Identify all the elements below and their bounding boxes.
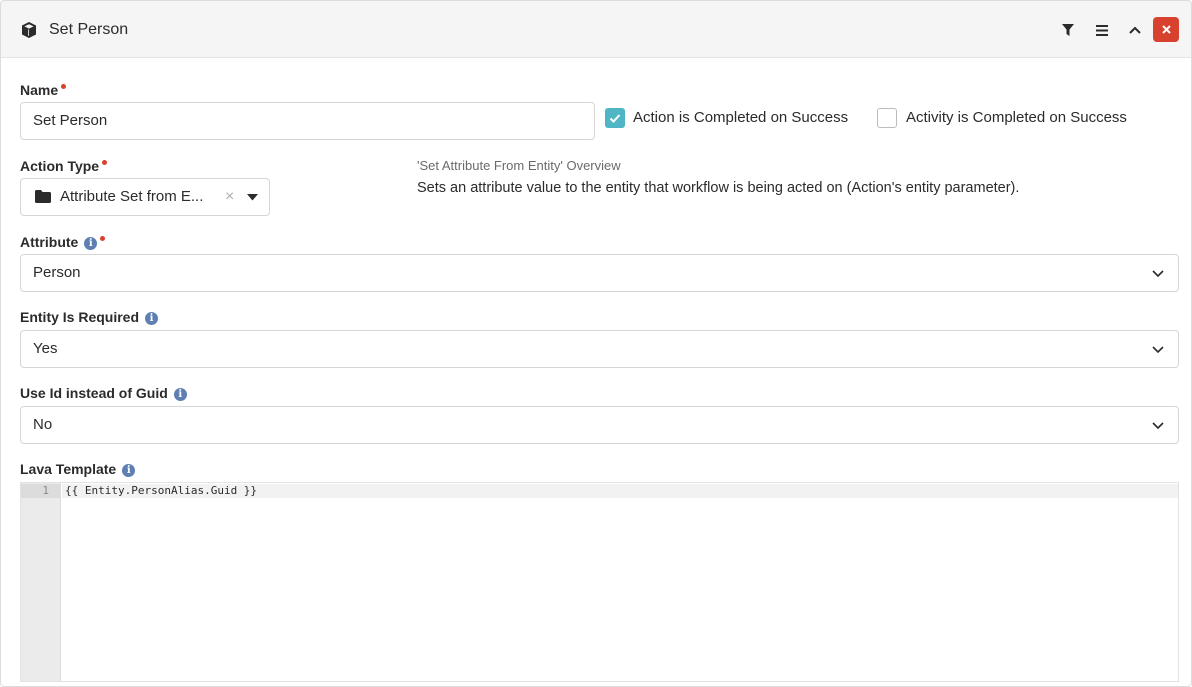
activity-completed-checkbox[interactable]	[877, 108, 897, 128]
lava-template-label: Lava Template i	[20, 461, 136, 477]
folder-icon	[35, 190, 51, 203]
entity-required-select[interactable]: Yes	[20, 330, 1179, 368]
attribute-select[interactable]: Person	[20, 254, 1179, 292]
check-icon	[609, 114, 621, 123]
action-completed-label[interactable]: Action is Completed on Success	[633, 109, 848, 126]
chevron-up-icon	[1129, 26, 1141, 34]
caret-down-icon[interactable]	[247, 194, 258, 201]
info-icon[interactable]: i	[122, 464, 136, 477]
cube-icon	[22, 22, 36, 38]
collapse-button[interactable]	[1123, 18, 1147, 42]
clear-icon[interactable]: ×	[225, 188, 234, 206]
chevron-down-icon	[1152, 346, 1164, 354]
workflow-action-panel: Set Person Name Set Person Action is Com…	[0, 0, 1192, 687]
lava-code-editor[interactable]: 1 {{ Entity.PersonAlias.Guid }}	[20, 482, 1179, 682]
name-label: Name	[20, 82, 67, 98]
chevron-down-icon	[1152, 422, 1164, 430]
menu-button[interactable]	[1090, 18, 1114, 42]
filter-button[interactable]	[1056, 18, 1080, 42]
overview-title: 'Set Attribute From Entity' Overview	[417, 158, 621, 173]
required-indicator	[61, 84, 67, 89]
close-button[interactable]	[1153, 17, 1179, 42]
required-indicator	[100, 236, 106, 241]
activity-completed-label[interactable]: Activity is Completed on Success	[906, 109, 1127, 126]
entity-required-label: Entity Is Required i	[20, 309, 159, 325]
action-completed-checkbox[interactable]	[605, 108, 625, 128]
info-icon[interactable]: i	[173, 388, 187, 401]
attribute-select-value: Person	[33, 264, 81, 281]
filter-icon	[1062, 24, 1074, 36]
attribute-label: Attribute i	[20, 234, 106, 250]
editor-gutter: 1	[21, 483, 61, 681]
action-type-value: Attribute Set from E...	[60, 188, 204, 205]
info-icon[interactable]: i	[145, 312, 159, 325]
required-indicator	[102, 160, 108, 165]
panel-header: Set Person	[1, 1, 1191, 58]
chevron-down-icon	[1152, 270, 1164, 278]
line-number: 1	[42, 484, 49, 497]
info-icon[interactable]: i	[84, 237, 98, 250]
panel-title: Set Person	[49, 21, 129, 38]
use-id-value: No	[33, 416, 53, 433]
code-line[interactable]: {{ Entity.PersonAlias.Guid }}	[65, 484, 257, 498]
menu-icon	[1096, 24, 1108, 36]
close-icon	[1161, 25, 1171, 34]
overview-description: Sets an attribute value to the entity th…	[417, 180, 1020, 196]
action-type-picker[interactable]: Attribute Set from E... ×	[20, 178, 270, 216]
use-id-label: Use Id instead of Guid i	[20, 385, 187, 401]
use-id-select[interactable]: No	[20, 406, 1179, 444]
name-input[interactable]: Set Person	[20, 102, 595, 140]
entity-required-value: Yes	[33, 340, 58, 357]
action-type-label: Action Type	[20, 158, 108, 174]
